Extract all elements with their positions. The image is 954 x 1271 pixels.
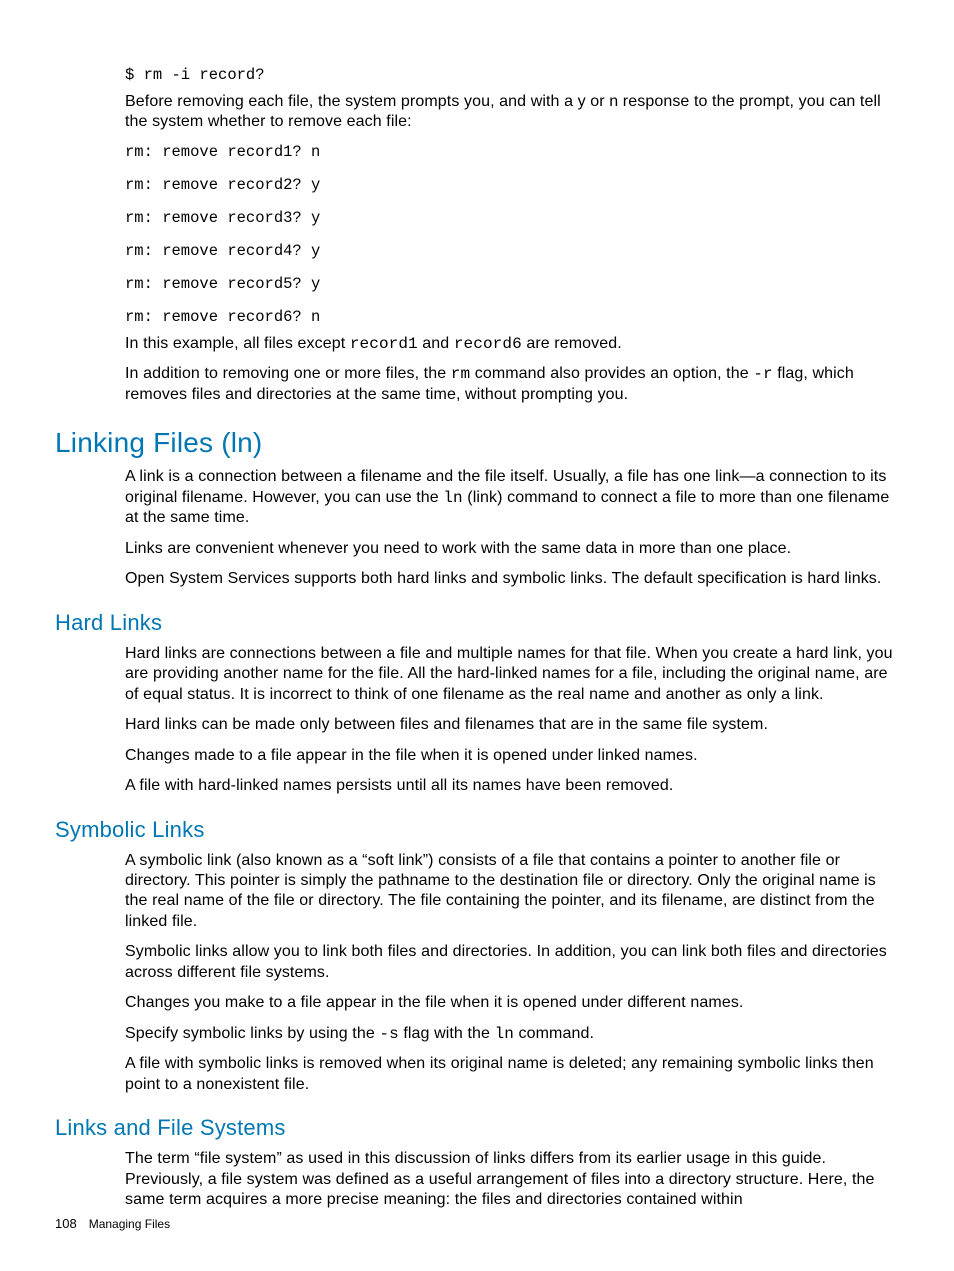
page-number: 108 xyxy=(55,1216,77,1231)
rm-prompt-line: rm: remove record6? n xyxy=(125,308,899,326)
text-run: are removed. xyxy=(522,335,622,352)
rm-prompt-line: rm: remove record5? y xyxy=(125,275,899,293)
text-run: In this example, all files except xyxy=(125,335,350,352)
inline-code: record1 xyxy=(350,335,418,353)
rm-prompt-line: rm: remove record3? y xyxy=(125,209,899,227)
inline-code: -s xyxy=(379,1025,398,1043)
text-run: and xyxy=(418,335,454,352)
body-text: A symbolic link (also known as a “soft l… xyxy=(125,851,899,933)
body-text: Symbolic links allow you to link both fi… xyxy=(125,942,899,983)
rm-prompt-line: rm: remove record1? n xyxy=(125,143,899,161)
body-text: Changes you make to a file appear in the… xyxy=(125,993,899,1013)
body-text: A file with symbolic links is removed wh… xyxy=(125,1054,899,1095)
body-text: Links are convenient whenever you need t… xyxy=(125,539,899,559)
linksfs-block: The term “file system” as used in this d… xyxy=(125,1149,899,1210)
body-text: A file with hard-linked names persists u… xyxy=(125,776,899,796)
text-run: flag with the xyxy=(399,1025,495,1042)
inline-code: ln xyxy=(443,489,462,507)
text-run: command. xyxy=(514,1025,594,1042)
footer-section-title: Managing Files xyxy=(89,1217,170,1231)
symlinks-block: A symbolic link (also known as a “soft l… xyxy=(125,851,899,1096)
body-text: Open System Services supports both hard … xyxy=(125,569,899,589)
body-text: The term “file system” as used in this d… xyxy=(125,1149,899,1210)
body-text: Specify symbolic links by using the -s f… xyxy=(125,1024,899,1044)
inline-code: record6 xyxy=(454,335,522,353)
body-text: Before removing each file, the system pr… xyxy=(125,92,899,133)
heading-links-file-systems: Links and File Systems xyxy=(55,1115,899,1141)
text-run: command also provides an option, the xyxy=(470,365,753,382)
inline-code: ln xyxy=(495,1025,514,1043)
page-footer: 108 Managing Files xyxy=(55,1216,170,1231)
inline-code: rm xyxy=(451,365,470,383)
body-text: Changes made to a file appear in the fil… xyxy=(125,746,899,766)
body-text: In addition to removing one or more file… xyxy=(125,364,899,405)
body-text: Hard links can be made only between file… xyxy=(125,715,899,735)
page-content: $ rm -i record? Before removing each fil… xyxy=(0,0,954,1271)
heading-hard-links: Hard Links xyxy=(55,610,899,636)
heading-symbolic-links: Symbolic Links xyxy=(55,817,899,843)
command-example: $ rm -i record? xyxy=(125,66,899,84)
rm-prompt-line: rm: remove record2? y xyxy=(125,176,899,194)
rm-prompt-line: rm: remove record4? y xyxy=(125,242,899,260)
text-run: Specify symbolic links by using the xyxy=(125,1025,379,1042)
hardlinks-block: Hard links are connections between a fil… xyxy=(125,644,899,797)
linking-block: A link is a connection between a filenam… xyxy=(125,467,899,589)
heading-linking-files: Linking Files (ln) xyxy=(55,427,899,459)
body-text: Hard links are connections between a fil… xyxy=(125,644,899,705)
body-text: In this example, all files except record… xyxy=(125,334,899,354)
text-run: In addition to removing one or more file… xyxy=(125,365,451,382)
body-text: A link is a connection between a filenam… xyxy=(125,467,899,528)
intro-block: $ rm -i record? Before removing each fil… xyxy=(125,66,899,405)
inline-code: -r xyxy=(753,365,772,383)
